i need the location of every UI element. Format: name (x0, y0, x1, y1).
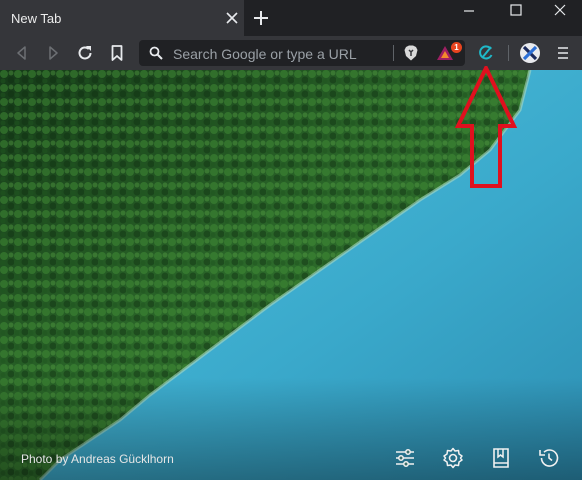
minimize-icon[interactable] (447, 0, 491, 22)
photo-credit: Photo by Andreas Gücklhorn (21, 452, 174, 466)
profile-icon[interactable] (519, 42, 541, 64)
brave-shield-icon[interactable] (402, 44, 420, 62)
extension-icon[interactable] (476, 43, 496, 63)
tab-title: New Tab (11, 11, 62, 26)
tab-new-tab[interactable]: New Tab (0, 0, 244, 36)
annotation-arrow (454, 66, 518, 188)
customize-icon[interactable] (393, 446, 417, 470)
menu-icon[interactable] (553, 43, 573, 63)
rewards-badge: 1 (451, 42, 462, 53)
photo-credit-prefix: Photo by (21, 452, 69, 466)
maximize-icon[interactable] (494, 0, 538, 22)
bookmarks-icon[interactable] (489, 446, 513, 470)
bookmark-icon[interactable] (107, 43, 127, 63)
reload-icon[interactable] (75, 43, 95, 63)
toolbar-divider (508, 45, 509, 61)
new-tab-icon[interactable] (253, 10, 269, 26)
address-bar[interactable]: Search Google or type a URL (139, 40, 465, 66)
history-icon[interactable] (537, 446, 561, 470)
search-icon (149, 46, 163, 60)
photo-credit-author[interactable]: Andreas Gücklhorn (71, 452, 174, 466)
window-close-icon[interactable] (538, 0, 582, 22)
close-icon[interactable] (226, 12, 238, 24)
omnibox-divider (393, 45, 394, 61)
back-icon[interactable] (12, 43, 32, 63)
forward-icon[interactable] (43, 43, 63, 63)
settings-icon[interactable] (441, 446, 465, 470)
search-input[interactable]: Search Google or type a URL (173, 46, 357, 62)
toolbar: Search Google or type a URL 1 (0, 36, 582, 70)
tab-strip: New Tab (0, 0, 582, 36)
